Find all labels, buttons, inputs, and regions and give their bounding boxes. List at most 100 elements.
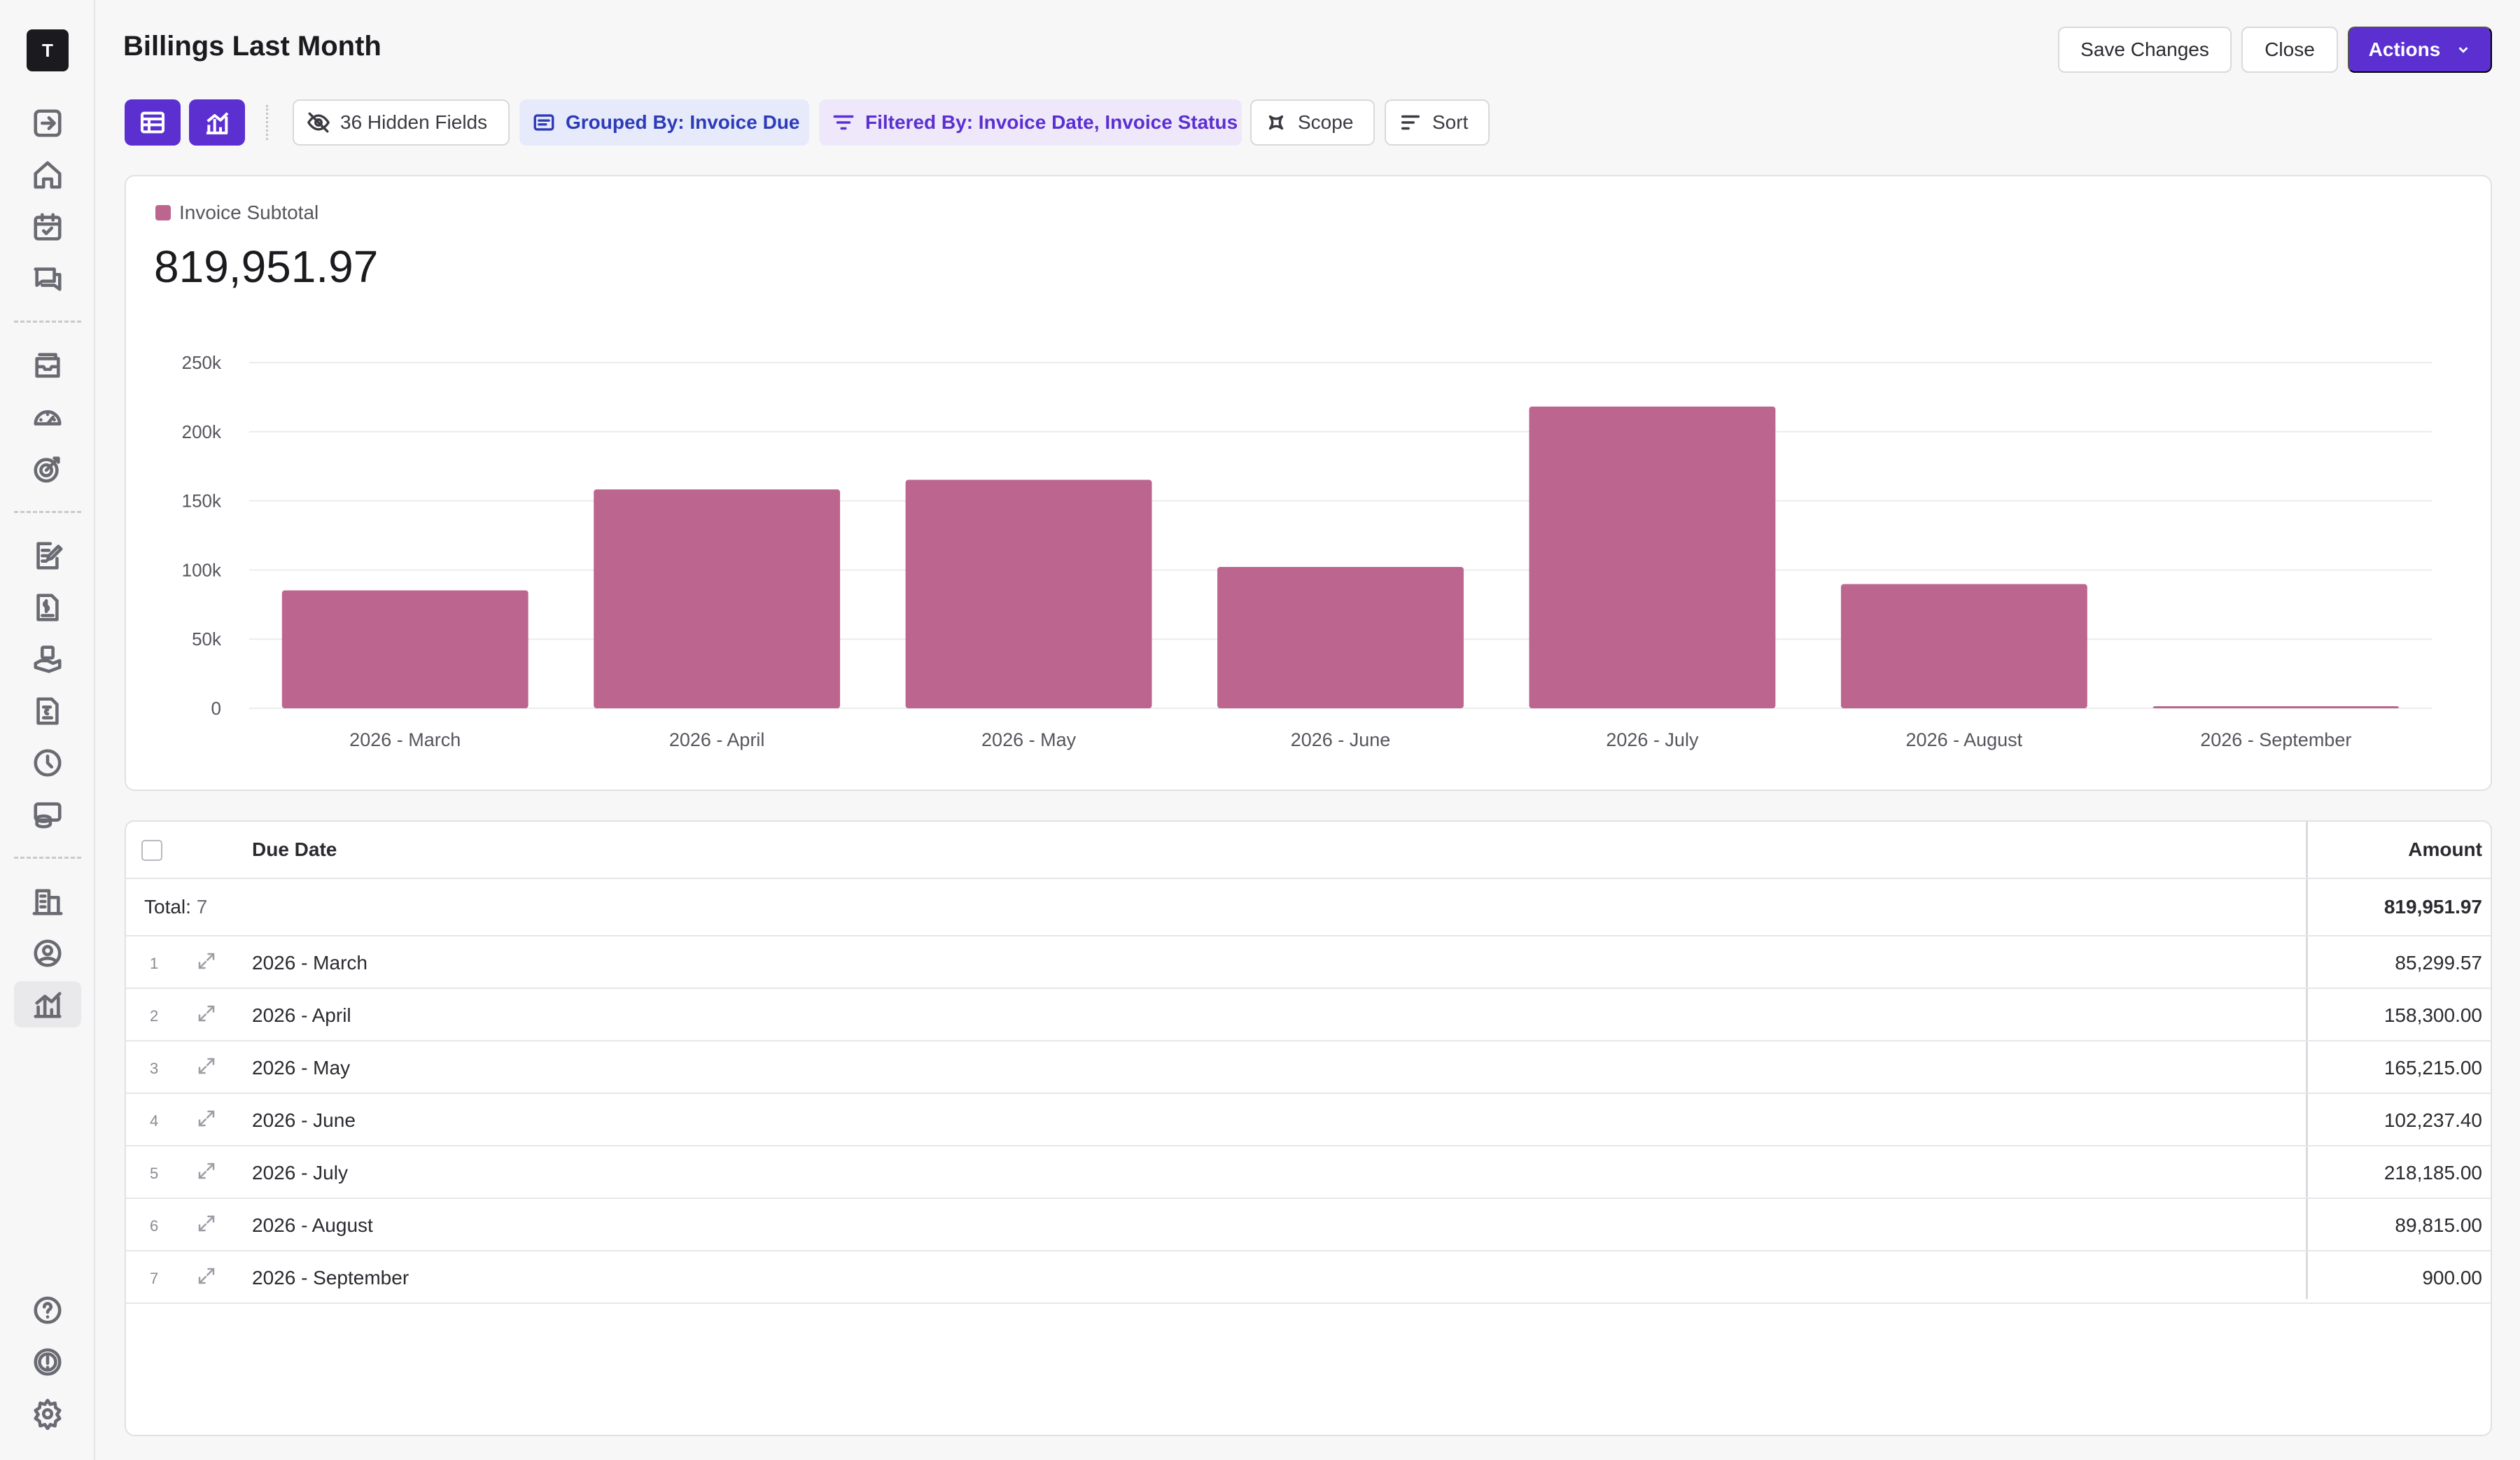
y-tick-label: 250k [182,352,222,373]
table-row[interactable]: 4 2026 - June 102,237.40 [126,1094,2491,1146]
total-label-group: Total: 7 [144,896,207,918]
filter-icon [833,115,854,130]
chart-view-icon [206,112,229,134]
expand-icon[interactable] [196,1213,217,1234]
speedometer-icon[interactable] [25,395,70,440]
actions-button[interactable]: Actions [2348,27,2492,73]
actions-label: Actions [2368,38,2441,60]
y-tick-label: 200k [182,421,222,442]
sort-button[interactable]: Sort [1385,99,1490,146]
row-due-date: 2026 - May [252,1057,351,1079]
save-changes-button[interactable]: Save Changes [2058,27,2232,73]
row-due-date: 2026 - July [252,1162,348,1184]
inbox-icon[interactable] [25,343,70,388]
expand-icon[interactable] [196,950,217,971]
bar[interactable] [594,489,841,708]
sidebar-divider [14,857,81,859]
x-tick-label: 2026 - May [981,729,1077,750]
table-row[interactable]: 2 2026 - April 158,300.00 [126,989,2491,1041]
hand-coin-icon[interactable] [25,637,70,682]
alert-icon[interactable] [25,1340,70,1384]
expand-icon[interactable] [196,1160,217,1181]
bar[interactable] [905,479,1152,708]
row-number: 6 [150,1217,159,1235]
bar[interactable] [1529,406,1776,708]
hidden-fields-button[interactable]: 36 Hidden Fields [293,99,510,146]
row-number: 7 [150,1270,159,1287]
workspace-logo[interactable]: T [27,29,69,71]
chart-card: Invoice Subtotal 819,951.97 0 50k 100k 150k… [125,175,2492,791]
total-label: Total: [144,896,191,918]
table-icon [141,111,164,134]
expand-icon[interactable] [196,1108,217,1129]
chart-view-button[interactable] [189,99,245,146]
filtered-by-button[interactable]: Filtered By: Invoice Date, Invoice Statu… [819,99,1242,146]
table-row[interactable]: 6 2026 - August 89,815.00 [126,1199,2491,1251]
x-tick-label: 2026 - August [1906,729,2023,750]
x-tick-label: 2026 - July [1606,729,1699,750]
table-row[interactable]: 7 2026 - September 900.00 [126,1251,2491,1304]
row-amount: 89,815.00 [2395,1214,2482,1236]
bar[interactable] [1840,584,2087,708]
home-icon[interactable] [25,153,70,197]
row-amount: 85,299.57 [2395,952,2482,974]
x-tick-label: 2026 - September [2200,729,2351,750]
grouped-by-button[interactable]: Grouped By: Invoice Due [519,99,809,146]
help-icon[interactable] [25,1288,70,1333]
row-due-date: 2026 - June [252,1109,356,1131]
target-icon[interactable] [25,447,70,491]
x-tick-label: 2026 - June [1291,729,1391,750]
bill-icon[interactable] [25,689,70,733]
close-button[interactable]: Close [2241,27,2338,73]
scope-button[interactable]: Scope [1250,99,1375,146]
bar[interactable] [2152,706,2400,708]
y-tick-label: 100k [182,559,222,580]
clock-icon[interactable] [25,740,70,785]
sidebar-divider [14,511,81,513]
expand-icon[interactable] [196,1055,217,1076]
table-row[interactable]: 3 2026 - May 165,215.00 [126,1041,2491,1094]
data-table: Due Date Amount Total: 7 819,951.97 1 202… [125,820,2492,1436]
page-title: Billings Last Month [123,31,382,62]
invoice-icon[interactable] [25,585,70,630]
database-icon[interactable] [25,792,70,837]
select-all-checkbox[interactable] [141,840,162,861]
expand-icon[interactable] [196,1265,217,1286]
messages-icon[interactable] [25,256,70,301]
row-number: 3 [150,1060,159,1077]
row-amount: 900.00 [2422,1267,2482,1289]
scope-icon [1268,115,1284,130]
user-circle-icon[interactable] [25,931,70,976]
row-amount: 102,237.40 [2384,1109,2482,1131]
hidden-fields-label: 36 Hidden Fields [340,111,488,133]
y-tick-label: 50k [192,629,222,650]
x-tick-label: 2026 - April [669,729,765,750]
table-row[interactable]: 1 2026 - March 85,299.57 [126,936,2491,989]
row-number: 1 [150,955,159,972]
gear-icon[interactable] [25,1391,70,1436]
log-in-icon[interactable] [25,101,70,146]
group-icon [533,114,554,131]
bar[interactable] [281,590,528,708]
eye-off-icon [307,112,330,133]
row-amount: 165,215.00 [2384,1057,2482,1079]
bar[interactable] [1217,566,1464,708]
row-due-date: 2026 - September [252,1267,410,1289]
edit-document-icon[interactable] [25,533,70,578]
row-due-date: 2026 - April [252,1004,351,1026]
row-number: 2 [150,1007,159,1025]
buildings-icon[interactable] [25,879,70,924]
column-header-due-date[interactable]: Due Date [252,838,337,861]
table-header: Due Date Amount [126,822,2491,879]
chart-icon[interactable] [14,981,81,1027]
column-header-amount[interactable]: Amount [2408,838,2482,861]
grouped-by-label: Grouped By: Invoice Due [566,111,800,133]
sidebar-divider [14,321,81,323]
table-row[interactable]: 5 2026 - July 218,185.00 [126,1146,2491,1199]
expand-icon[interactable] [196,1003,217,1024]
chevron-down-icon [2458,47,2468,53]
y-tick-label: 150k [182,491,222,512]
table-view-button[interactable] [125,99,181,146]
calendar-check-icon[interactable] [25,204,70,249]
row-amount: 218,185.00 [2384,1162,2482,1184]
